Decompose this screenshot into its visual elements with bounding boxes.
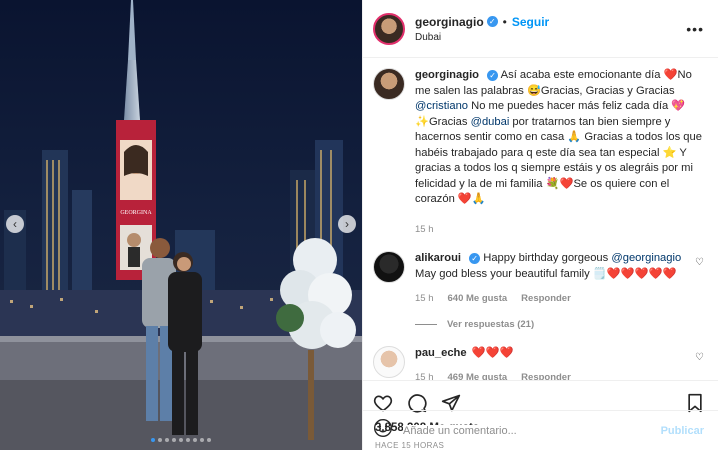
comment-input[interactable] [403, 424, 661, 437]
caption-username[interactable]: georginagio [415, 69, 479, 81]
comment-text: Happy birthday gorgeous [483, 252, 612, 264]
commenter-avatar[interactable] [373, 251, 405, 283]
comment-emoji: ❤️❤️❤️ [471, 346, 514, 359]
caption-time[interactable]: 15 h [415, 222, 434, 238]
comment-time[interactable]: 15 h [415, 370, 434, 380]
post-header: georginagio ✓ • Seguir Dubai ••• [363, 0, 718, 58]
carousel-dot [151, 438, 155, 442]
view-replies-label[interactable]: Ver respuestas (21) [447, 319, 534, 330]
caption-segment: 🙏 [471, 193, 486, 205]
comment-like-heart-icon[interactable]: ♡ [695, 257, 704, 268]
add-comment-bar: Publicar [363, 410, 718, 450]
author-username[interactable]: georginagio [415, 15, 484, 29]
verified-badge-icon: ✓ [469, 253, 481, 265]
carousel-dot [165, 438, 169, 442]
carousel-dot [186, 438, 190, 442]
caption-segment: ⭐ [662, 146, 677, 159]
comment-likes[interactable]: 640 Me gusta [448, 291, 508, 307]
carousel-dot [158, 438, 162, 442]
comment-mention[interactable]: @georginagio [611, 252, 681, 264]
carousel-dot [200, 438, 204, 442]
verified-badge-icon: ✓ [486, 16, 498, 27]
caption-segment: 😅 [526, 84, 541, 97]
caption-segment: ✨ [415, 115, 429, 128]
instagram-post: GEORGINA ‹ › georginagio ✓ • Seguir Duba… [0, 0, 718, 450]
verified-badge-icon: ✓ [487, 70, 499, 82]
view-replies-button[interactable]: Ver respuestas (21) [415, 319, 704, 330]
caption-segment: ❤️ [457, 193, 472, 205]
more-options-icon[interactable]: ••• [686, 21, 704, 37]
reply-button[interactable]: Responder [521, 370, 571, 380]
author-avatar[interactable] [373, 12, 405, 45]
post-caption: georginagio ✓ Así acaba este emocionante… [373, 68, 704, 237]
reply-button[interactable]: Responder [521, 291, 571, 307]
caption-mention[interactable]: @dubai [471, 116, 510, 128]
comment-item: pau_eche ❤️❤️❤️ 15 h 469 Me gusta Respon… [373, 345, 704, 380]
replies-line [415, 323, 437, 325]
comments-section: georginagio ✓ Así acaba este emocionante… [363, 58, 718, 380]
emoji-icon[interactable] [373, 418, 393, 443]
comment-emoji: 🗒️❤️❤️❤️❤️❤️ [592, 267, 677, 280]
post-location[interactable]: Dubai [415, 32, 686, 43]
photo-scene: GEORGINA [0, 0, 362, 450]
post-panel: georginagio ✓ • Seguir Dubai ••• georgin… [362, 0, 718, 450]
commenter-username[interactable]: pau_eche [415, 347, 467, 359]
comment-likes[interactable]: 469 Me gusta [448, 370, 508, 380]
follow-button[interactable]: Seguir [512, 15, 549, 29]
carousel-dot [207, 438, 211, 442]
caption-avatar[interactable] [373, 68, 405, 100]
commenter-avatar[interactable] [373, 345, 405, 378]
caption-segment: 💐 [545, 177, 560, 190]
projection-caption: GEORGINA [120, 210, 152, 216]
caption-segment: Gracias [428, 115, 471, 128]
carousel-dot [172, 438, 176, 442]
comment-text-after: May god bless your beautiful family [415, 267, 593, 280]
caption-segment: ❤️ [559, 177, 574, 190]
comment-time[interactable]: 15 h [415, 291, 434, 307]
carousel-dot [179, 438, 183, 442]
caption-text: Así acaba este emocionante día ❤️No me s… [415, 69, 702, 205]
comment-item: alikaroui ✓ Happy birthday gorgeous @geo… [373, 251, 704, 307]
carousel-prev-button[interactable]: ‹ [6, 215, 24, 233]
separator-dot: • [502, 14, 507, 29]
caption-segment: 💖 [671, 100, 686, 112]
caption-segment: Así acaba este emocionante día [500, 69, 664, 81]
caption-segment: 🙏 [567, 131, 582, 143]
caption-segment: No me puedes hacer más feliz cada día [468, 100, 672, 112]
post-photo[interactable]: GEORGINA ‹ › [0, 0, 362, 450]
caption-segment: Gracias, Gracias y Gracias [540, 84, 675, 97]
carousel-dot [193, 438, 197, 442]
caption-mention[interactable]: @cristiano [415, 100, 468, 112]
carousel-next-button[interactable]: › [338, 215, 356, 233]
carousel-dots [0, 438, 362, 442]
caption-segment: ❤️ [663, 69, 678, 81]
comment-like-heart-icon[interactable]: ♡ [695, 352, 704, 363]
publish-button[interactable]: Publicar [661, 425, 704, 437]
commenter-username[interactable]: alikaroui [415, 252, 461, 264]
